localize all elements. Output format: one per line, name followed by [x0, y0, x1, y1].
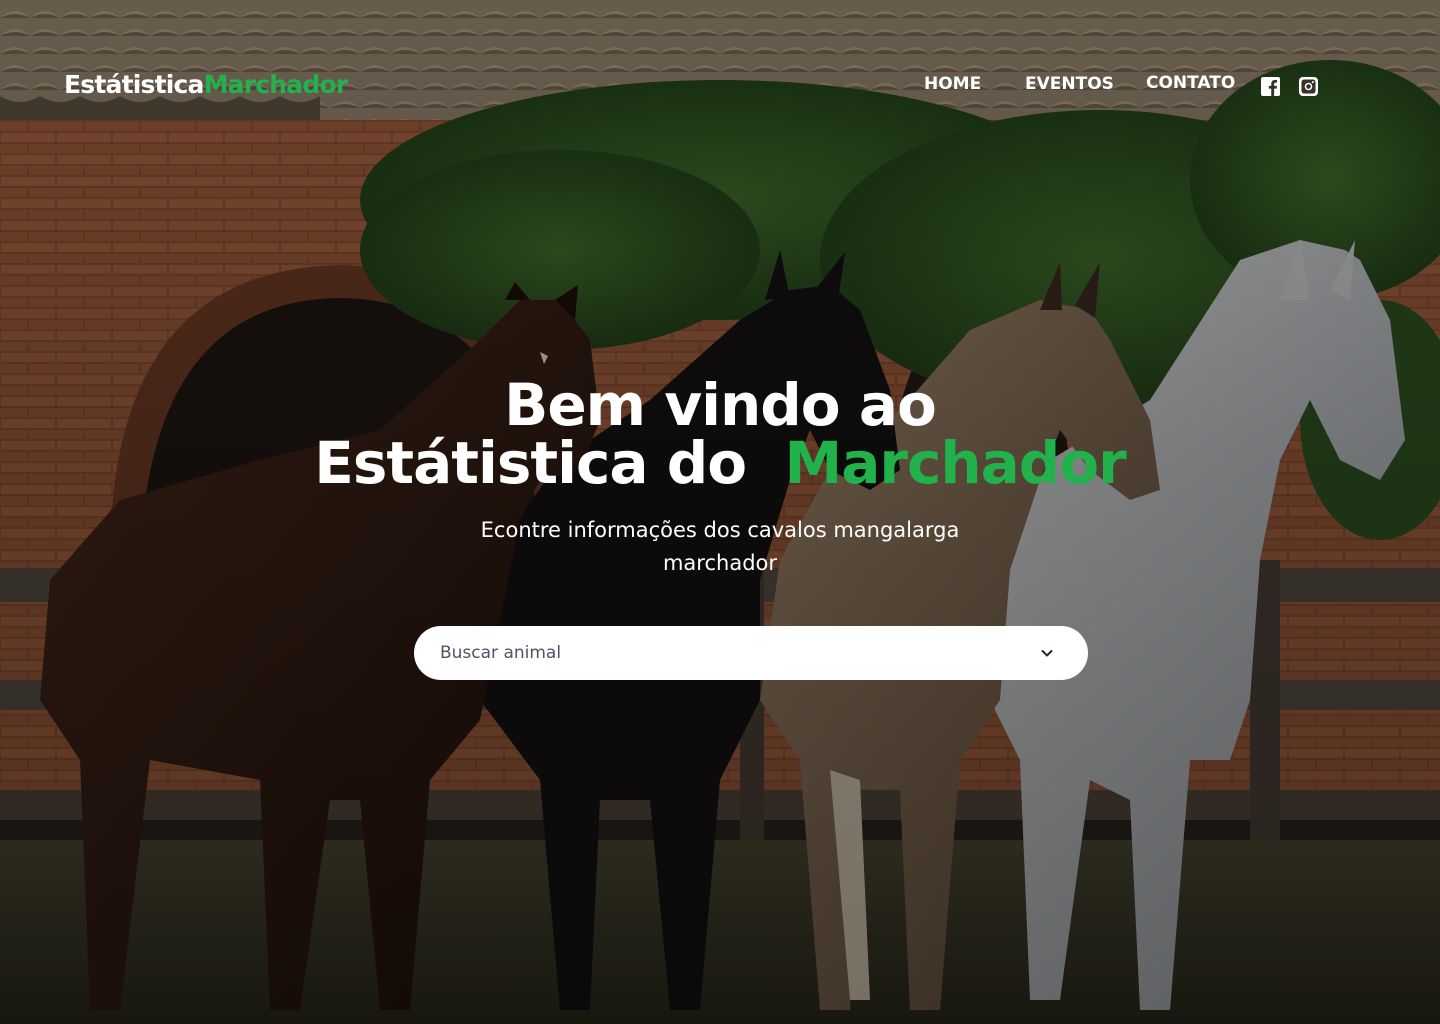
logo-main-text: Estátistica [64, 70, 204, 99]
site-header: EstátisticaMarchador HOME EVENTOS CONTAT… [0, 0, 1440, 170]
hero-title-accent: Marchador [784, 429, 1126, 497]
nav-link-contato[interactable]: CONTATO [1146, 73, 1235, 93]
nav-link-eventos[interactable]: EVENTOS [1025, 74, 1114, 94]
hero-title-line2: Estátistica do Marchador [0, 434, 1440, 492]
logo-accent-text: Marchador [203, 70, 349, 99]
chevron-down-icon[interactable] [1039, 645, 1055, 661]
facebook-icon[interactable] [1261, 77, 1280, 96]
hero-title-line1: Bem vindo ao [504, 371, 937, 439]
hero-subtitle: Econtre informações dos cavalos mangalar… [480, 518, 960, 575]
animal-search-select[interactable] [414, 626, 1088, 680]
hero-section: EstátisticaMarchador HOME EVENTOS CONTAT… [0, 0, 1440, 1024]
search-input[interactable] [440, 626, 1020, 680]
instagram-icon[interactable] [1299, 77, 1318, 96]
hero-title-main: Estátistica do [314, 429, 766, 497]
site-logo[interactable]: EstátisticaMarchador [64, 70, 349, 99]
nav-link-home[interactable]: HOME [924, 74, 981, 94]
